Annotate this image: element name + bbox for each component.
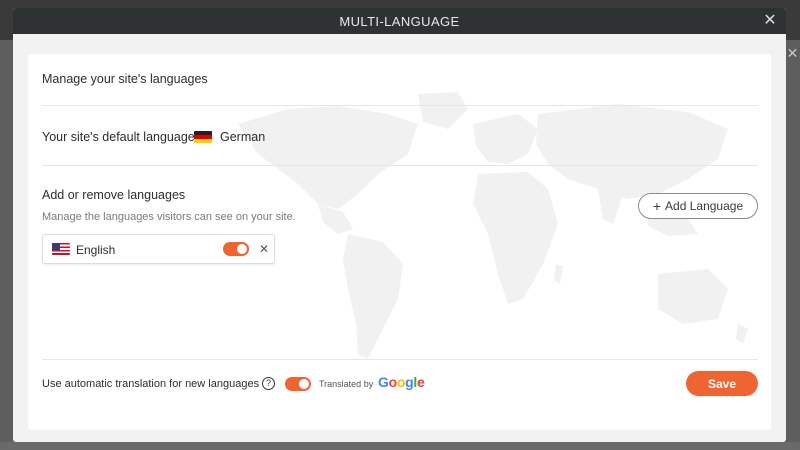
modal-title: MULTI-LANGUAGE (339, 13, 460, 29)
languages-card: Manage your site's languages Your site's… (28, 54, 771, 430)
germany-flag-icon (194, 131, 212, 143)
divider (42, 165, 758, 166)
google-logo: Google (378, 374, 425, 390)
auto-translate-toggle[interactable] (285, 377, 311, 391)
english-language-toggle[interactable] (223, 242, 249, 256)
manage-languages-heading: Manage your site's languages (42, 72, 208, 86)
save-button[interactable]: Save (686, 371, 758, 396)
close-icon[interactable]: ✕ (760, 11, 780, 31)
translated-by-label: Translated by (319, 379, 374, 389)
modal-header: MULTI-LANGUAGE ✕ (13, 8, 786, 34)
default-language-label: Your site's default language: (42, 130, 199, 144)
language-name: English (76, 243, 116, 257)
add-remove-languages-description: Manage the languages visitors can see on… (42, 211, 296, 223)
divider (42, 359, 758, 360)
add-language-button[interactable]: + Add Language (638, 193, 758, 219)
multi-language-modal: MULTI-LANGUAGE ✕ Manage your site's lang… (13, 8, 786, 442)
usa-flag-icon (52, 243, 70, 255)
language-chip-english: English ✕ (42, 234, 275, 264)
help-icon[interactable]: ? (262, 377, 275, 390)
plus-icon: + (652, 198, 662, 214)
background-page-footer (0, 442, 800, 450)
world-map-background (238, 92, 748, 359)
add-remove-languages-heading: Add or remove languages (42, 188, 186, 202)
default-language-value: German (220, 130, 266, 144)
background-close-icon: ✕ (786, 45, 799, 61)
divider (42, 105, 758, 106)
remove-language-close-icon[interactable]: ✕ (257, 241, 271, 257)
auto-translate-label: Use automatic translation for new langua… (42, 378, 260, 390)
add-language-label: Add Language (665, 199, 744, 213)
